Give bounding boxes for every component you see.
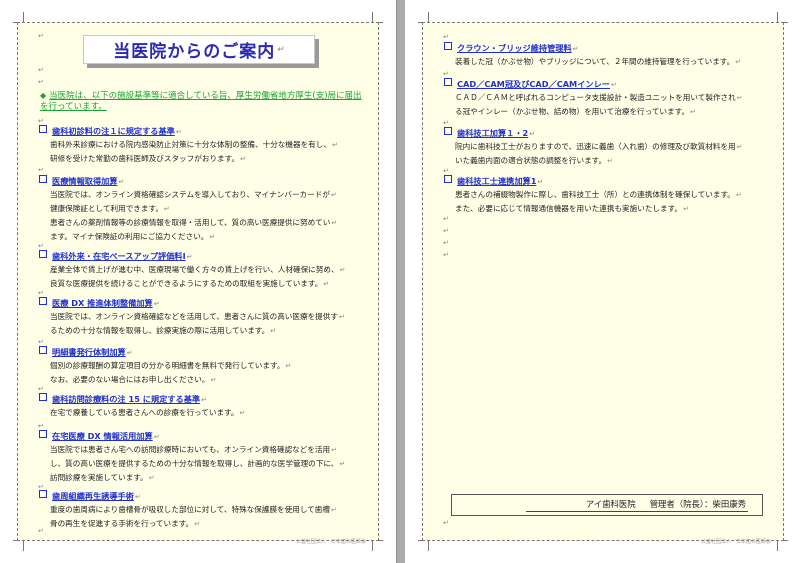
crop-mark <box>418 540 429 551</box>
diamond-bullet-icon: ◆ <box>40 91 47 100</box>
section-medical-dx: 医療 DX 推進体制整備加算↵ 当医院では、オンライン資格確認などを活用して、患… <box>39 297 369 338</box>
clinic-manager: 管理者（院長）：柴田康秀 <box>649 499 746 509</box>
checkbox-icon <box>444 78 452 86</box>
section-periodontal-regeneration: 歯周組織再生誘導手術↵ 重度の歯周病により歯槽骨が吸収した部位に対して、特殊な保… <box>39 490 369 531</box>
checkbox-icon <box>39 125 47 133</box>
section-home-medical-dx: 在宅医療 DX 情報活用加算↵ 当医院では患者さん宅への訪問診療時においても、オ… <box>39 430 369 485</box>
section-initial-consultation: 歯科初診料の注１に規定する基準↵ 歯科外来診療における院内感染防止対策に十分な体… <box>39 125 369 166</box>
checkbox-icon <box>39 297 47 305</box>
checkbox-icon <box>39 250 47 258</box>
checkbox-icon <box>39 346 47 354</box>
checkbox-icon <box>39 175 47 183</box>
section-technician-collaboration: 歯科技工士連携加算1↵ 患者さんの補綴物製作に際し、歯科技工士（所）との連携体制… <box>444 175 774 216</box>
section-itemized-statement: 明細書発行体制加算↵ 個別の診療報酬の算定項目の分かる明細書を無料で発行していま… <box>39 346 369 387</box>
checkbox-icon <box>444 127 452 135</box>
section-baseup-evaluation: 歯科外来・在宅ベースアップ評価料Ⅰ↵ 産業全体で賃上げが進む中、医療現場で働く方… <box>39 250 369 291</box>
checkbox-icon <box>39 490 47 498</box>
crop-mark <box>372 540 383 551</box>
section-cad-cam: CAD／CAM冠及びCAD／CAMインレー↵ ＣＡＤ／ＣＡＭと呼ばれるコンピュー… <box>444 78 774 119</box>
section-dental-technician: 歯科技工加算１・2↵ 院内に歯科技工士がおりますので、迅速に義歯（入れ歯）の修理… <box>444 127 774 168</box>
left-page: ↵ 当医院からのご案内 ↵ ↵ ↵ ◆ 当医院は、以下の施設基準等に適合している旨、… <box>0 0 396 563</box>
checkbox-icon <box>39 430 47 438</box>
title-box: 当医院からのご案内 ↵ <box>83 35 315 64</box>
footer-org: 公益社団法人 日本歯科医師会 <box>295 539 366 545</box>
right-page: ↵ クラウン・ブリッジ維持管理料↵ 装着した冠（かぶせ物）やブリッジについて、２… <box>405 0 801 563</box>
checkbox-icon <box>444 42 452 50</box>
crop-mark <box>777 540 788 551</box>
footer-org: 公益社団法人 日本歯科医師会 <box>700 539 771 545</box>
page-title: 当医院からのご案内 <box>113 42 276 62</box>
section-medical-info-acquisition: 医療情報取得加算↵ 当医院では、オンライン資格確認システムを導入しており、マイナ… <box>39 175 369 244</box>
clinic-name: アイ歯科医院 <box>585 499 636 509</box>
section-home-visit: 歯科訪問診療料の注 15 に規定する基準↵ 在宅で療養している患者さんへの診療を… <box>39 393 369 420</box>
checkbox-icon <box>39 393 47 401</box>
crop-mark <box>13 540 24 551</box>
facility-standards-notice: ◆ 当医院は、以下の施設基準等に適合している旨、厚生労働省地方厚生(支)局に届出を… <box>40 91 362 112</box>
checkbox-icon <box>444 175 452 183</box>
clinic-signature-box: アイ歯科医院 管理者（院長）：柴田康秀 <box>451 494 763 516</box>
section-crown-bridge: クラウン・ブリッジ維持管理料↵ 装着した冠（かぶせ物）やブリッジについて、２年間… <box>444 42 774 69</box>
paragraph-mark: ↵ <box>38 32 44 40</box>
